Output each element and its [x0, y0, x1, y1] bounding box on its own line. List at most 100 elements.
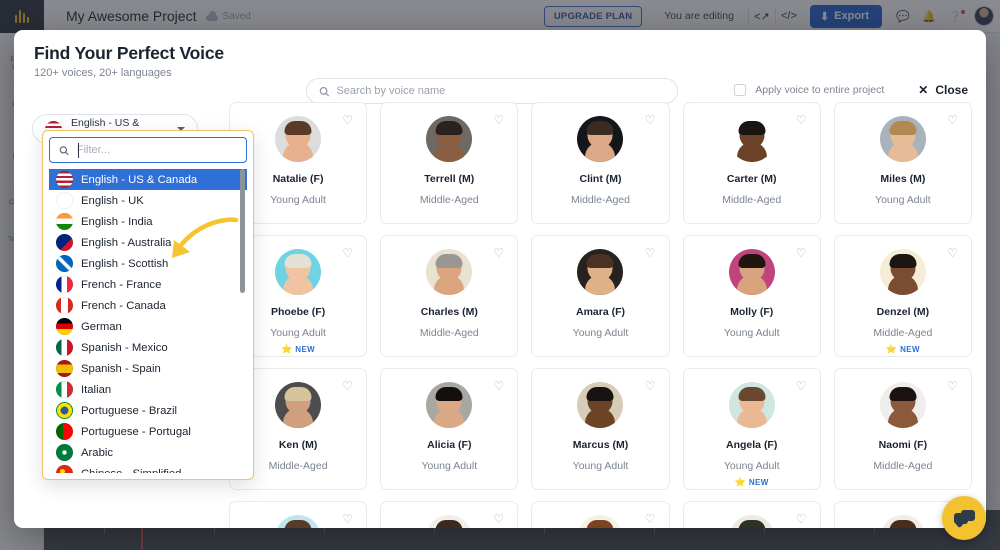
language-option-label: English - US & Canada [81, 173, 198, 186]
voice-card[interactable]: ♡ Clint (M) Middle-Aged [531, 102, 670, 224]
heart-outline-icon[interactable]: ♡ [645, 513, 658, 526]
language-option-chinese-simplified[interactable]: Chinese - Simplified [49, 463, 247, 473]
voice-age-group: Young Adult [875, 194, 931, 206]
flag-icon-in [56, 213, 73, 230]
voice-card[interactable]: ♡ Angela (F) Young Adult ⭐ NEW [682, 368, 821, 490]
language-option-spanish-mexico[interactable]: Spanish - Mexico [49, 337, 247, 358]
voice-card[interactable]: ♡ Molly (F) Young Adult [682, 235, 821, 357]
new-badge-label: NEW [295, 345, 316, 354]
heart-outline-icon[interactable]: ♡ [493, 380, 506, 393]
language-option-spanish-spain[interactable]: Spanish - Spain [49, 358, 247, 379]
voice-name: Marcus (M) [572, 439, 629, 451]
language-option-english-uk[interactable]: English - UK [49, 190, 247, 211]
voice-avatar [275, 249, 322, 295]
voice-name: Carter (M) [726, 173, 777, 185]
status-badge: ⭐ NEW [735, 477, 769, 488]
scrollbar-thumb[interactable] [240, 169, 245, 293]
language-option-english-australia[interactable]: English - Australia [49, 232, 247, 253]
flag-icon-mx [56, 339, 73, 356]
heart-outline-icon[interactable]: ♡ [796, 247, 809, 260]
language-option-label: French - Canada [81, 299, 166, 312]
language-option-english-scottish[interactable]: English - Scottish [49, 253, 247, 274]
language-option-italian[interactable]: Italian [49, 379, 247, 400]
voice-card[interactable]: ♡ Naomi (F) Middle-Aged [833, 368, 972, 490]
heart-outline-icon[interactable]: ♡ [947, 380, 960, 393]
voice-avatar [879, 515, 926, 528]
heart-outline-icon[interactable]: ♡ [342, 513, 355, 526]
voice-age-group: Middle-Aged [419, 194, 479, 206]
heart-outline-icon[interactable]: ♡ [342, 380, 355, 393]
voice-avatar [577, 515, 624, 528]
heart-outline-icon[interactable]: ♡ [493, 513, 506, 526]
voice-age-group: Middle-Aged [268, 460, 328, 472]
voice-avatar [879, 249, 926, 295]
voice-card[interactable]: ♡ Carter (M) Middle-Aged [682, 102, 821, 224]
modal-subtitle: 120+ voices, 20+ languages [34, 67, 172, 79]
voice-card[interactable]: ♡ Alicia (F) Young Adult [380, 368, 519, 490]
language-option-portuguese-portugal[interactable]: Portuguese - Portugal [49, 421, 247, 442]
language-option-french-france[interactable]: French - France [49, 274, 247, 295]
language-filter-box[interactable] [49, 137, 247, 163]
voice-card[interactable]: ♡ Charles (M) Middle-Aged [380, 235, 519, 357]
dropdown-scrollbar[interactable] [240, 169, 245, 473]
voice-card[interactable]: ♡ Marcus (M) Young Adult [531, 368, 670, 490]
voice-age-group: Young Adult [723, 327, 780, 339]
heart-outline-icon[interactable]: ♡ [796, 114, 809, 127]
heart-outline-icon[interactable]: ♡ [493, 247, 506, 260]
language-option-label: Italian [81, 383, 112, 396]
language-option-french-canada[interactable]: French - Canada [49, 295, 247, 316]
heart-outline-icon[interactable]: ♡ [645, 380, 658, 393]
language-option-portuguese-brazil[interactable]: Portuguese - Brazil [49, 400, 247, 421]
heart-outline-icon[interactable]: ♡ [796, 380, 809, 393]
voice-avatar [577, 116, 624, 162]
voice-card[interactable]: ♡ [682, 501, 821, 528]
voice-card[interactable]: ♡ Denzel (M) Middle-Aged ⭐ NEW [833, 235, 972, 357]
language-option-arabic[interactable]: Arabic [49, 442, 247, 463]
voice-age-group: Young Adult [270, 327, 326, 339]
heart-outline-icon[interactable]: ♡ [947, 114, 960, 127]
language-filter-input[interactable] [76, 144, 237, 156]
voice-name: Natalie (F) [272, 173, 324, 185]
voice-card[interactable]: ♡ Terrell (M) Middle-Aged [380, 102, 519, 224]
language-option-label: French - France [81, 278, 162, 291]
voice-age-group: Middle-Aged [873, 460, 933, 472]
voice-age-group: Young Adult [270, 194, 326, 206]
voice-name: Denzel (M) [876, 306, 930, 318]
voice-name: Phoebe (F) [270, 306, 326, 318]
flag-icon-ar [56, 444, 73, 461]
voice-name: Amara (F) [575, 306, 625, 318]
voice-card[interactable]: ♡ [531, 501, 670, 528]
voice-grid: ♡ Natalie (F) Young Adult ♡ Terrell (M) Middl… [219, 102, 972, 528]
language-option-label: English - UK [81, 194, 144, 207]
heart-outline-icon[interactable]: ♡ [342, 247, 355, 260]
chat-widget-button[interactable] [942, 496, 986, 540]
voice-grid-pane[interactable]: ♡ Natalie (F) Young Adult ♡ Terrell (M) Middl… [219, 92, 986, 528]
language-option-english-india[interactable]: English - India [49, 211, 247, 232]
star-icon: ⭐ [885, 344, 898, 354]
language-option-label: Spanish - Mexico [81, 341, 168, 354]
language-option-german[interactable]: German [49, 316, 247, 337]
voice-name: Molly (F) [730, 306, 774, 318]
language-option-english-us-canada[interactable]: English - US & Canada [49, 169, 247, 190]
heart-outline-icon[interactable]: ♡ [342, 114, 355, 127]
voice-avatar [577, 249, 624, 295]
heart-outline-icon[interactable]: ♡ [645, 247, 658, 260]
flag-icon-uk [56, 192, 73, 209]
heart-outline-icon[interactable]: ♡ [796, 513, 809, 526]
voice-avatar [729, 116, 775, 162]
voice-card[interactable]: ♡ [229, 501, 368, 528]
language-option-list[interactable]: English - US & Canada English - UK English… [49, 169, 247, 473]
heart-outline-icon[interactable]: ♡ [493, 114, 506, 127]
voice-age-group: Middle-Aged [873, 327, 933, 339]
voice-avatar [879, 116, 926, 162]
voice-card[interactable]: ♡ Amara (F) Young Adult [531, 235, 670, 357]
voice-age-group: Middle-Aged [419, 327, 479, 339]
heart-outline-icon[interactable]: ♡ [645, 114, 658, 127]
voice-name: Ken (M) [278, 439, 318, 451]
voice-avatar [879, 382, 926, 428]
heart-outline-icon[interactable]: ♡ [947, 247, 960, 260]
voice-avatar [577, 382, 624, 428]
voice-card[interactable]: ♡ Miles (M) Young Adult [833, 102, 972, 224]
voice-card[interactable]: ♡ [380, 501, 519, 528]
new-badge-label: NEW [748, 478, 769, 487]
